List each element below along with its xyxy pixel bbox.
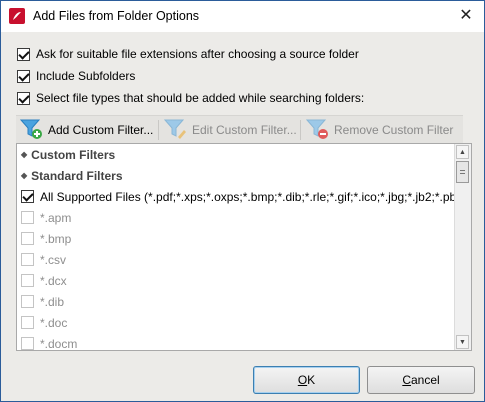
list-item-checkbox[interactable] xyxy=(21,211,34,224)
vertical-scrollbar[interactable]: ▲ ▼ xyxy=(454,144,471,350)
window-title: Add Files from Folder Options xyxy=(33,9,200,23)
filter-toolbar: Add Custom Filter... Edit Custom Filter.… xyxy=(16,115,463,144)
add-custom-filter-button[interactable]: Add Custom Filter... xyxy=(19,118,154,143)
list-item-checkbox[interactable] xyxy=(21,232,34,245)
list-item[interactable]: *.csv xyxy=(17,249,66,270)
funnel-edit-icon xyxy=(163,118,188,143)
funnel-add-icon xyxy=(19,118,44,143)
toolbar-separator xyxy=(158,120,159,140)
ok-mnemonic: O xyxy=(297,373,308,387)
pdf-app-icon xyxy=(9,8,25,24)
scroll-down-icon[interactable]: ▼ xyxy=(456,335,469,349)
cancel-label-rest: ancel xyxy=(410,373,440,387)
list-item-checkbox[interactable] xyxy=(21,316,34,329)
list-item-checkbox[interactable] xyxy=(21,253,34,266)
option-select-file-types[interactable]: Select file types that should be added w… xyxy=(17,90,364,106)
edit-custom-filter-button[interactable]: Edit Custom Filter... xyxy=(163,118,297,143)
list-item-label: *.doc xyxy=(40,315,68,330)
cancel-button[interactable]: Cancel xyxy=(367,366,475,394)
funnel-remove-icon xyxy=(305,118,330,143)
cancel-mnemonic: C xyxy=(402,373,411,387)
add-custom-filter-label: Add Custom Filter... xyxy=(48,123,154,137)
ask-extensions-checkbox[interactable] xyxy=(17,47,30,61)
collapse-diamond-icon: ◆ xyxy=(21,171,28,180)
list-item[interactable]: *.dib xyxy=(17,291,64,312)
scroll-thumb[interactable] xyxy=(456,161,469,183)
group-label: Standard Filters xyxy=(31,168,123,183)
option-ask-extensions[interactable]: Ask for suitable file extensions after c… xyxy=(17,46,359,62)
dialog-footer: OK Cancel xyxy=(1,359,484,401)
list-item[interactable]: *.doc xyxy=(17,312,67,333)
list-item-checkbox[interactable] xyxy=(21,274,34,287)
close-icon[interactable]: ✕ xyxy=(454,5,478,27)
list-item[interactable]: *.bmp xyxy=(17,228,71,249)
edit-custom-filter-label: Edit Custom Filter... xyxy=(192,123,297,137)
toolbar-separator xyxy=(300,120,301,140)
remove-custom-filter-button[interactable]: Remove Custom Filter xyxy=(305,118,454,143)
list-item-label: *.bmp xyxy=(40,231,72,246)
file-type-list[interactable]: ◆ Custom Filters ◆ Standard Filters All … xyxy=(16,143,472,351)
collapse-diamond-icon: ◆ xyxy=(21,150,28,159)
list-item[interactable]: *.apm xyxy=(17,207,71,228)
include-subfolders-label: Include Subfolders xyxy=(36,69,136,83)
list-item-label: *.docm xyxy=(40,336,78,351)
option-include-subfolders[interactable]: Include Subfolders xyxy=(17,68,135,84)
list-item-label: *.apm xyxy=(40,210,72,225)
list-item-all-supported[interactable]: All Supported Files (*.pdf;*.xps;*.oxps;… xyxy=(17,186,456,207)
list-item-checkbox[interactable] xyxy=(21,337,34,350)
select-file-types-label: Select file types that should be added w… xyxy=(36,91,365,105)
list-item-label: All Supported Files (*.pdf;*.xps;*.oxps;… xyxy=(40,189,457,204)
dialog-client: Ask for suitable file extensions after c… xyxy=(1,32,484,401)
ask-extensions-label: Ask for suitable file extensions after c… xyxy=(36,47,359,61)
list-item[interactable]: *.docm xyxy=(17,333,78,351)
list-item-checkbox[interactable] xyxy=(21,190,34,203)
title-bar: Add Files from Folder Options ✕ xyxy=(1,1,484,32)
list-item-label: *.csv xyxy=(40,252,67,267)
list-item-checkbox[interactable] xyxy=(21,295,34,308)
group-header-standard[interactable]: ◆ Standard Filters xyxy=(17,165,123,186)
list-item-label: *.dcx xyxy=(40,273,67,288)
ok-label-rest: K xyxy=(307,373,316,387)
include-subfolders-checkbox[interactable] xyxy=(17,69,30,83)
group-label: Custom Filters xyxy=(31,147,116,162)
dialog-window: Add Files from Folder Options ✕ Ask for … xyxy=(0,0,485,402)
list-item-label: *.dib xyxy=(40,294,65,309)
select-file-types-checkbox[interactable] xyxy=(17,91,30,105)
group-header-custom[interactable]: ◆ Custom Filters xyxy=(17,144,115,165)
remove-custom-filter-label: Remove Custom Filter xyxy=(334,123,454,137)
list-item[interactable]: *.dcx xyxy=(17,270,67,291)
scroll-up-icon[interactable]: ▲ xyxy=(456,145,469,159)
ok-button[interactable]: OK xyxy=(253,366,360,394)
